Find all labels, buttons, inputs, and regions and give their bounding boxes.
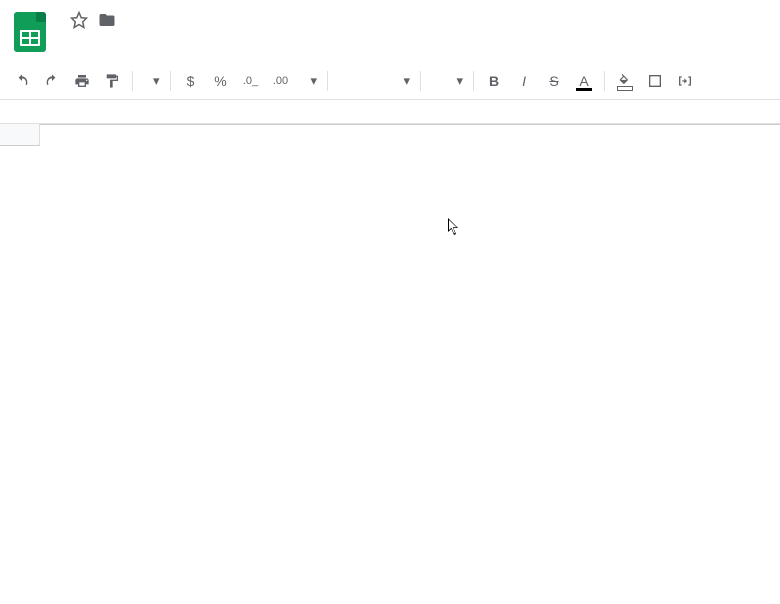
select-all-corner[interactable] (0, 124, 40, 146)
bold-button[interactable]: B (480, 68, 508, 94)
italic-button[interactable]: I (510, 68, 538, 94)
mouse-cursor (448, 218, 460, 236)
merge-cells-button[interactable] (671, 68, 699, 94)
folder-icon[interactable] (98, 11, 116, 29)
paint-format-button[interactable] (98, 68, 126, 94)
font-size-select[interactable]: ▾ (427, 68, 467, 94)
fill-color-button[interactable] (611, 68, 639, 94)
borders-button[interactable] (641, 68, 669, 94)
font-select[interactable]: ▾ (334, 68, 414, 94)
star-icon[interactable] (70, 11, 88, 29)
text-color-button[interactable]: A (570, 68, 598, 94)
sheets-app-icon[interactable] (14, 12, 54, 52)
percent-button[interactable]: % (207, 68, 235, 94)
increase-decimal-button[interactable]: .00 (267, 68, 295, 94)
undo-button[interactable] (8, 68, 36, 94)
currency-button[interactable]: $ (177, 68, 205, 94)
redo-button[interactable] (38, 68, 66, 94)
zoom-select[interactable]: ▾ (139, 68, 164, 94)
decrease-decimal-button[interactable]: .0_ (237, 68, 265, 94)
formula-input[interactable] (38, 100, 780, 123)
strikethrough-button[interactable]: S (540, 68, 568, 94)
number-format-select[interactable]: ▾ (297, 68, 322, 94)
toolbar: ▾ $ % .0_ .00 ▾ ▾ ▾ B I S A (0, 62, 780, 100)
print-button[interactable] (68, 68, 96, 94)
